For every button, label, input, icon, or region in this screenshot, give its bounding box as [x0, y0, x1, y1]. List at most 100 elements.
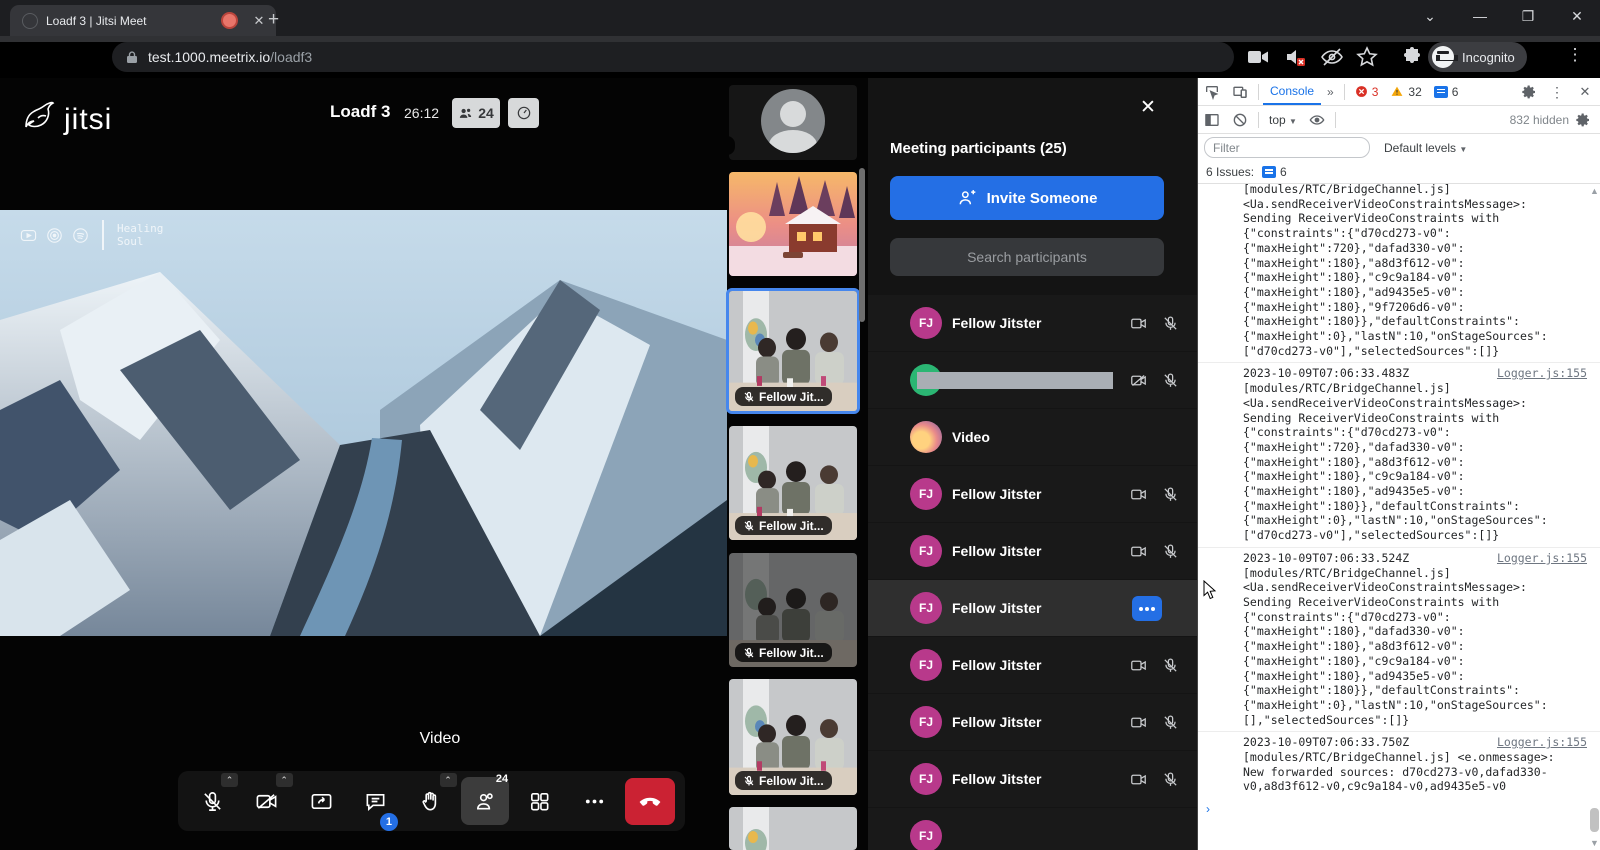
issues-count-badge[interactable]: 6 — [1434, 85, 1459, 99]
screenshare-button[interactable] — [297, 777, 345, 825]
participant-row[interactable]: FJ Fellow Jitster — [868, 694, 1197, 750]
inspect-element-icon[interactable] — [1204, 84, 1220, 100]
camera-options-chevron[interactable]: ⌃ — [276, 773, 293, 787]
stage-video[interactable] — [0, 210, 727, 636]
warning-icon — [1390, 85, 1404, 98]
participant-name: Fellow Jitster — [952, 657, 1041, 673]
browser-menu-kebab-icon[interactable]: ⋮ — [1563, 45, 1587, 69]
live-expression-eye-icon[interactable] — [1309, 112, 1325, 128]
devtools-scrollbar[interactable]: ▲ ▼ — [1589, 186, 1600, 850]
participant-row-partial[interactable]: FJ — [868, 808, 1197, 850]
device-toolbar-icon[interactable] — [1232, 84, 1248, 100]
filmstrip-thumbnail-dimmed[interactable]: Fellow Jit... — [729, 553, 857, 667]
invite-someone-button[interactable]: Invite Someone — [890, 176, 1164, 220]
address-bar[interactable]: test.1000.meetrix.io/loadf3 — [112, 42, 1234, 72]
extensions-puzzle-icon[interactable] — [1400, 45, 1424, 69]
camera-on-icon — [1130, 771, 1147, 788]
participant-row[interactable]: FJ Fellow Jitster — [868, 523, 1197, 579]
more-actions-button[interactable] — [570, 777, 618, 825]
error-count-badge[interactable]: 3 — [1355, 85, 1379, 99]
filmstrip-thumbnail-cabin[interactable] — [729, 172, 857, 276]
source-link[interactable]: Logger.js:155 — [1497, 551, 1587, 566]
devtools-menu-kebab-icon[interactable]: ⋮ — [1549, 84, 1565, 100]
preview-hidden-icon[interactable] — [1320, 45, 1344, 69]
filmstrip-thumbnail-avatar[interactable] — [729, 85, 857, 160]
tab-favicon-icon — [22, 13, 38, 29]
scroll-down-icon[interactable]: ▼ — [1589, 838, 1600, 848]
new-tab-button[interactable]: + — [268, 10, 279, 29]
speedometer-icon — [516, 105, 532, 121]
watermark-text: Healing Soul — [117, 222, 163, 248]
log-timestamp: 2023-10-09T07:06:33.524Z — [1243, 551, 1409, 566]
camera-off-icon — [255, 790, 278, 813]
filmstrip-scrollbar[interactable] — [859, 168, 865, 322]
mute-mic-button[interactable]: ⌃ — [188, 777, 236, 825]
browser-tab[interactable]: Loadf 3 | Jitsi Meet ✕ — [10, 5, 276, 36]
filmstrip-thumbnail[interactable]: Fellow Jit... — [729, 426, 857, 540]
mic-options-chevron[interactable]: ⌃ — [221, 773, 238, 787]
participant-count-pill[interactable]: 24 — [452, 98, 500, 128]
chat-icon — [364, 790, 387, 813]
issues-bar[interactable]: 6 Issues: 6 — [1198, 161, 1600, 184]
window-maximize-button[interactable]: ❐ — [1513, 8, 1543, 25]
participant-row[interactable]: Video — [868, 409, 1197, 465]
participants-count-badge: 24 — [496, 773, 508, 785]
filmstrip-thumbnail-partial[interactable] — [729, 807, 857, 850]
avatar: FJ — [910, 535, 942, 567]
participants-list: FJ Fellow Jitster Video FJ Fellow Jitste… — [868, 295, 1197, 850]
recording-indicator-icon — [221, 12, 238, 29]
filmstrip-thumbnail-selected[interactable]: Fellow Jit... — [726, 288, 860, 414]
participant-row-hovered[interactable]: FJ Fellow Jitster — [868, 580, 1197, 636]
more-tabs-chevrons[interactable]: » — [1321, 85, 1340, 99]
participant-name: Fellow Jitster — [952, 600, 1041, 616]
bookmark-star-icon[interactable] — [1355, 45, 1379, 69]
warning-count-badge[interactable]: 32 — [1390, 85, 1421, 99]
devtools-settings-gear-icon[interactable] — [1521, 84, 1537, 100]
console-filter-input[interactable] — [1204, 137, 1370, 158]
search-participants-input[interactable]: Search participants — [890, 238, 1164, 276]
execution-context-select[interactable]: top ▼ — [1269, 113, 1297, 127]
hand-options-chevron[interactable]: ⌃ — [440, 773, 457, 787]
performance-pill[interactable] — [508, 98, 539, 128]
participant-row[interactable]: FJ Fellow Jitster — [868, 295, 1197, 351]
participant-menu-button[interactable] — [1132, 596, 1162, 621]
camera-in-use-icon[interactable] — [1246, 45, 1270, 69]
participant-row[interactable]: FJ Fellow Jitster — [868, 751, 1197, 807]
chat-button[interactable]: 1 — [352, 777, 400, 825]
panel-close-icon[interactable]: ✕ — [1137, 97, 1159, 119]
tab-console[interactable]: Console — [1263, 78, 1321, 105]
scroll-up-icon[interactable]: ▲ — [1589, 186, 1600, 196]
mic-muted-icon — [1162, 315, 1179, 332]
mic-muted-icon — [743, 647, 755, 659]
tab-search-icon[interactable]: ⌄ — [1415, 8, 1445, 25]
window-minimize-button[interactable]: — — [1465, 8, 1495, 24]
tab-close-icon[interactable]: ✕ — [250, 12, 268, 30]
avatar-placeholder-icon — [761, 89, 825, 153]
tile-view-button[interactable] — [516, 777, 564, 825]
participants-button[interactable]: 24 — [461, 777, 509, 825]
avatar: FJ — [910, 478, 942, 510]
thumbnail-name-label — [729, 136, 735, 155]
filmstrip-thumbnail[interactable]: Fellow Jit... — [729, 679, 857, 795]
log-levels-select[interactable]: Default levels ▼ — [1384, 141, 1467, 155]
scrollbar-thumb[interactable] — [1590, 808, 1599, 832]
participant-row[interactable]: FJ Fellow Jitster — [868, 637, 1197, 693]
participant-row-redacted[interactable] — [868, 352, 1197, 408]
log-timestamp: 2023-10-09T07:06:33.750Z — [1243, 735, 1409, 750]
window-close-button[interactable]: ✕ — [1562, 8, 1592, 25]
watermark-divider — [102, 220, 104, 250]
console-sidebar-icon[interactable] — [1204, 112, 1220, 128]
tab-audio-muted-icon[interactable] — [1284, 45, 1308, 69]
console-prompt[interactable]: › — [1198, 798, 1600, 820]
participant-row[interactable]: FJ Fellow Jitster — [868, 466, 1197, 522]
incognito-badge[interactable]: Incognito — [1428, 42, 1527, 72]
camera-button[interactable]: ⌃ — [243, 777, 291, 825]
source-link[interactable]: Logger.js:155 — [1497, 366, 1587, 381]
clear-console-icon[interactable] — [1232, 112, 1248, 128]
console-settings-gear-icon[interactable] — [1575, 112, 1591, 128]
incognito-icon — [1432, 46, 1454, 68]
source-link[interactable]: Logger.js:155 — [1497, 735, 1587, 750]
devtools-close-icon[interactable]: ✕ — [1577, 84, 1593, 100]
raise-hand-button[interactable]: ⌃ — [407, 777, 455, 825]
hangup-button[interactable] — [625, 778, 675, 825]
